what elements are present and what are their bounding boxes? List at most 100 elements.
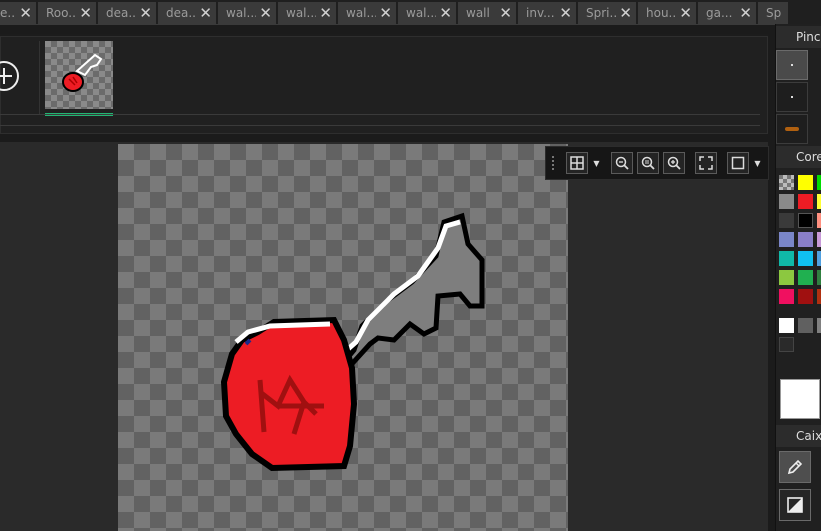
tab-label: wal... <box>286 6 317 20</box>
close-tab-icon[interactable]: ✕ <box>559 4 572 22</box>
background-icon <box>731 156 745 170</box>
grid-toggle-button[interactable] <box>566 152 588 174</box>
close-tab-icon[interactable]: ✕ <box>499 4 512 22</box>
pencil-icon <box>787 459 803 475</box>
close-tab-icon[interactable]: ✕ <box>379 4 392 22</box>
color-swatch[interactable] <box>817 213 821 228</box>
color-swatch[interactable] <box>798 318 813 333</box>
color-swatch[interactable] <box>798 194 813 209</box>
color-swatch[interactable] <box>779 213 794 228</box>
tab-label: dea... <box>166 6 197 20</box>
color-swatch[interactable] <box>779 251 794 266</box>
toolbar-drag-handle[interactable] <box>552 156 558 170</box>
close-tab-icon[interactable]: ✕ <box>439 4 452 22</box>
colors-header: Core <box>776 146 821 168</box>
tab-label: wall <box>466 6 490 20</box>
color-swatch[interactable] <box>779 318 794 333</box>
close-tab-icon[interactable]: ✕ <box>319 4 332 22</box>
transparent-swatch[interactable] <box>779 175 794 190</box>
tab-label: dea... <box>106 6 137 20</box>
tab-11[interactable]: hou...✕ <box>638 2 696 24</box>
zoom-in-button[interactable] <box>663 152 685 174</box>
color-swatch[interactable] <box>798 289 813 304</box>
background-button[interactable] <box>727 152 749 174</box>
color-swatch[interactable] <box>779 337 794 352</box>
tab-0[interactable]: e...✕ <box>0 2 36 24</box>
color-swatch[interactable] <box>817 194 821 209</box>
color-swatch[interactable] <box>798 175 813 190</box>
color-swatch[interactable] <box>798 213 813 228</box>
frame-sprite-preview <box>62 53 103 92</box>
brushes-header: Pince <box>776 26 821 48</box>
tab-9[interactable]: inv... ✕ <box>518 2 576 24</box>
close-tab-icon[interactable]: ✕ <box>19 4 32 22</box>
fill-shape-icon <box>787 497 803 513</box>
close-tab-icon[interactable]: ✕ <box>139 4 152 22</box>
close-tab-icon[interactable]: ✕ <box>739 4 752 22</box>
toolbox-header: Caixa <box>776 425 821 447</box>
tab-4[interactable]: wal... ✕ <box>218 2 276 24</box>
frames-scrollbar[interactable] <box>0 114 760 126</box>
zoom-reset-icon <box>641 156 655 170</box>
close-tab-icon[interactable]: ✕ <box>619 4 632 22</box>
right-panel: Pince Core Caixa <box>775 24 821 531</box>
tab-label: Sp <box>766 6 782 20</box>
color-swatch[interactable] <box>817 289 821 304</box>
tab-6[interactable]: wal... ✕ <box>338 2 396 24</box>
close-tab-icon[interactable]: ✕ <box>199 4 212 22</box>
zoom-reset-button[interactable] <box>637 152 659 174</box>
close-tab-icon[interactable]: ✕ <box>79 4 92 22</box>
tab-1[interactable]: Roo... ✕ <box>38 2 96 24</box>
add-frame-icon[interactable] <box>0 61 19 91</box>
tab-13[interactable]: Sp <box>758 2 788 24</box>
tab-3[interactable]: dea... ✕ <box>158 2 216 24</box>
tab-10[interactable]: Spri...✕ <box>578 2 636 24</box>
tab-label: e... <box>0 6 16 20</box>
fullscreen-icon <box>699 156 713 170</box>
chevron-down-icon: ▼ <box>754 158 761 168</box>
tab-label: hou... <box>646 6 677 20</box>
color-swatch[interactable] <box>817 175 821 190</box>
color-swatch[interactable] <box>817 251 821 266</box>
background-dropdown-button[interactable]: ▼ <box>753 152 762 174</box>
brush-1px[interactable] <box>776 50 808 80</box>
primary-color-swatch[interactable] <box>780 379 820 419</box>
frame-thumbnail[interactable] <box>45 41 113 109</box>
tab-label: wal... <box>406 6 437 20</box>
divider <box>39 41 40 115</box>
tab-8[interactable]: wall ✕ <box>458 2 516 24</box>
zoom-out-button[interactable] <box>611 152 633 174</box>
color-swatch[interactable] <box>798 232 813 247</box>
fullscreen-button[interactable] <box>695 152 717 174</box>
tab-2[interactable]: dea... ✕ <box>98 2 156 24</box>
grid-dropdown-button[interactable]: ▼ <box>592 152 601 174</box>
shape-tool-button[interactable] <box>779 489 811 521</box>
color-swatch[interactable] <box>798 251 813 266</box>
key-sprite <box>220 212 485 472</box>
close-tab-icon[interactable]: ✕ <box>259 4 272 22</box>
brush-dot-icon <box>791 64 793 66</box>
tab-label: Roo... <box>46 6 77 20</box>
drawing-canvas[interactable] <box>118 144 568 531</box>
color-swatch[interactable] <box>817 318 821 333</box>
tab-7[interactable]: wal... ✕ <box>398 2 456 24</box>
close-tab-icon[interactable]: ✕ <box>679 4 692 22</box>
color-swatch[interactable] <box>798 270 813 285</box>
color-swatch[interactable] <box>779 289 794 304</box>
color-swatch[interactable] <box>817 270 821 285</box>
tab-12[interactable]: ga... ✕ <box>698 2 756 24</box>
pencil-tool-button[interactable] <box>779 451 811 483</box>
zoom-out-icon <box>615 156 629 170</box>
color-swatch[interactable] <box>779 270 794 285</box>
tab-label: wal... <box>226 6 257 20</box>
grid-icon <box>570 156 584 170</box>
color-swatch[interactable] <box>779 232 794 247</box>
color-swatch[interactable] <box>779 194 794 209</box>
brush-2px[interactable] <box>776 82 808 112</box>
tab-5[interactable]: wal... ✕ <box>278 2 336 24</box>
tab-label: inv... <box>526 6 555 20</box>
brush-stroke-icon <box>785 127 799 131</box>
brush-custom[interactable] <box>776 114 808 144</box>
color-swatch[interactable] <box>817 232 821 247</box>
brush-dot-icon <box>791 96 793 98</box>
